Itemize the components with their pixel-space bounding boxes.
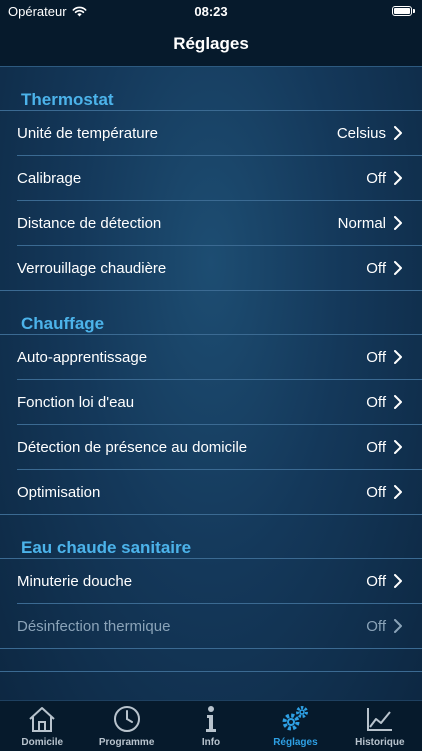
home-icon bbox=[29, 707, 55, 732]
setting-label: Distance de détection bbox=[17, 214, 162, 232]
tab-label: Domicile bbox=[21, 737, 64, 748]
setting-value: Off bbox=[366, 617, 386, 635]
tab-info[interactable]: Info bbox=[169, 701, 253, 751]
setting-value: Off bbox=[366, 348, 386, 366]
setting-label: Unité de température bbox=[17, 124, 158, 142]
setting-value: Off bbox=[366, 259, 386, 277]
setting-row-thermal-disinfection[interactable]: Désinfection thermique Off bbox=[0, 604, 422, 649]
setting-value: Normal bbox=[337, 214, 386, 232]
status-time: 08:23 bbox=[194, 4, 228, 19]
setting-label: Fonction loi d'eau bbox=[17, 393, 135, 411]
setting-row-presence-detection[interactable]: Détection de présence au domicile Off bbox=[17, 425, 422, 470]
tab-label: Réglages bbox=[273, 737, 318, 748]
setting-value: Off bbox=[366, 393, 386, 411]
info-icon bbox=[206, 706, 217, 732]
chevron-right-icon bbox=[394, 395, 402, 409]
chevron-right-icon bbox=[394, 126, 402, 140]
setting-label: Verrouillage chaudière bbox=[17, 259, 167, 277]
setting-row-boiler-lock[interactable]: Verrouillage chaudière Off bbox=[0, 246, 422, 291]
setting-label: Désinfection thermique bbox=[17, 617, 171, 635]
setting-row-calibration[interactable]: Calibrage Off bbox=[17, 156, 422, 201]
setting-label: Détection de présence au domicile bbox=[17, 438, 248, 456]
tab-label: Historique bbox=[355, 737, 405, 748]
page-title: Réglages bbox=[173, 34, 249, 53]
setting-value: Off bbox=[366, 438, 386, 456]
setting-value: Off bbox=[366, 572, 386, 590]
settings-list: Thermostat Unité de température Celsius … bbox=[0, 67, 422, 682]
section-header-heating: Chauffage bbox=[0, 313, 422, 335]
chevron-right-icon bbox=[394, 440, 402, 454]
status-bar: Opérateur 08:23 bbox=[0, 0, 422, 24]
section-header-hot-water: Eau chaude sanitaire bbox=[0, 537, 422, 559]
tab-label: Info bbox=[201, 737, 221, 748]
chevron-right-icon bbox=[394, 171, 402, 185]
chevron-right-icon bbox=[394, 216, 402, 230]
chevron-right-icon bbox=[394, 350, 402, 364]
setting-label: Calibrage bbox=[17, 169, 82, 187]
section-header-thermostat: Thermostat bbox=[0, 89, 422, 111]
setting-row-temperature-unit[interactable]: Unité de température Celsius bbox=[17, 111, 422, 156]
setting-row-detection-distance[interactable]: Distance de détection Normal bbox=[17, 201, 422, 246]
tab-reglages[interactable]: Réglages bbox=[253, 701, 337, 751]
tab-bar: Domicile Programme Info Réglages Histori… bbox=[0, 700, 422, 751]
next-section-edge bbox=[0, 671, 422, 682]
setting-row-optimisation[interactable]: Optimisation Off bbox=[0, 470, 422, 515]
chart-icon bbox=[366, 708, 392, 731]
chevron-right-icon bbox=[394, 261, 402, 275]
battery-icon bbox=[392, 6, 415, 16]
setting-label: Auto-apprentissage bbox=[17, 348, 148, 366]
chevron-right-icon bbox=[394, 574, 402, 588]
tab-historique[interactable]: Historique bbox=[338, 701, 422, 751]
tab-label: Programme bbox=[98, 737, 155, 748]
navigation-bar: Réglages bbox=[0, 24, 422, 67]
setting-row-self-learning[interactable]: Auto-apprentissage Off bbox=[17, 335, 422, 380]
setting-row-shower-timer[interactable]: Minuterie douche Off bbox=[17, 559, 422, 604]
setting-value: Off bbox=[366, 483, 386, 501]
setting-label: Minuterie douche bbox=[17, 572, 133, 590]
chevron-right-icon bbox=[394, 485, 402, 499]
clock-icon bbox=[113, 706, 140, 732]
setting-value: Celsius bbox=[336, 124, 386, 142]
setting-row-weather-compensation[interactable]: Fonction loi d'eau Off bbox=[17, 380, 422, 425]
tab-programme[interactable]: Programme bbox=[84, 701, 168, 751]
chevron-right-icon bbox=[394, 619, 402, 633]
tab-domicile[interactable]: Domicile bbox=[0, 701, 84, 751]
gears-icon bbox=[282, 706, 309, 731]
setting-value: Off bbox=[366, 169, 386, 187]
setting-label: Optimisation bbox=[17, 483, 101, 501]
